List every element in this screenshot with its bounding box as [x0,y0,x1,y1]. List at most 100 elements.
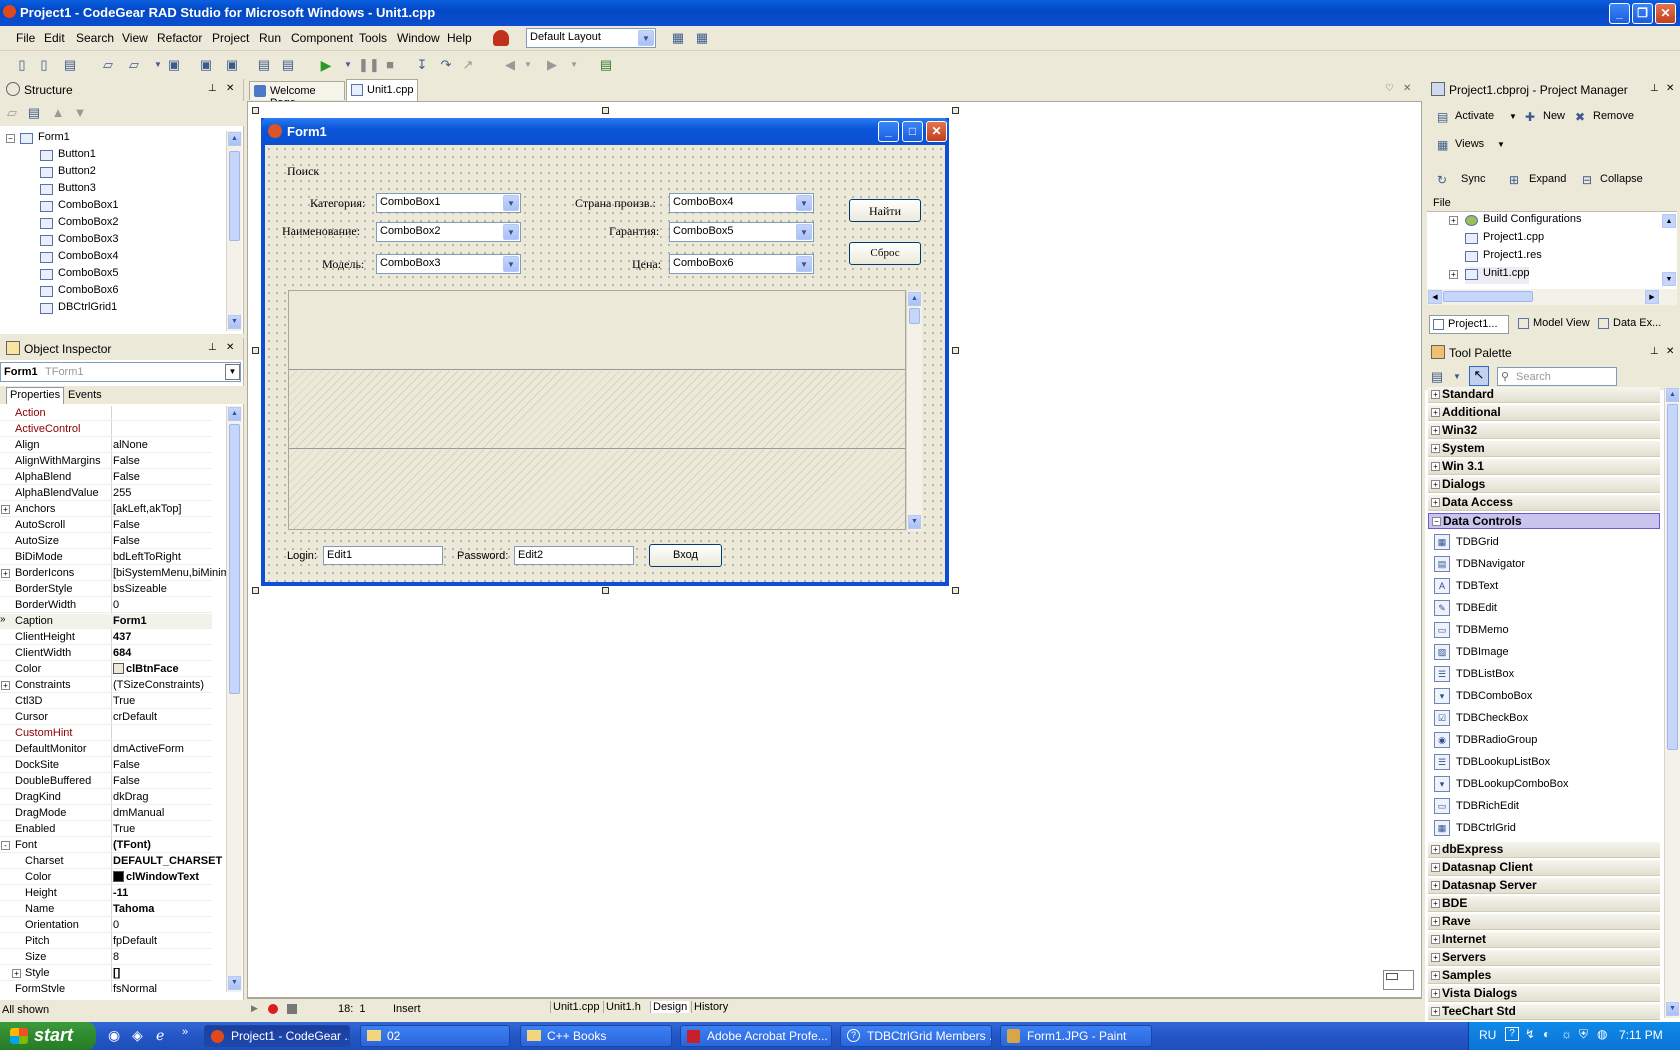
save-all-icon[interactable]: ▣ [198,57,214,73]
price-combo[interactable]: ComboBox6 ▼ [669,254,814,274]
property-row[interactable]: Ctl3D True [0,694,212,709]
palette-category[interactable]: + Internet [1428,932,1660,948]
help-icon[interactable]: ? [1505,1027,1519,1041]
scroll-down-icon[interactable]: ▼ [1662,272,1676,286]
tree-item-form1[interactable]: Form1 [20,131,70,148]
palette-category[interactable]: + Win32 [1428,423,1660,439]
country-combo[interactable]: ComboBox4 ▼ [669,193,814,213]
palette-item[interactable]: ☰ TDBLookupListBox [1434,752,1550,773]
chevron-down-icon[interactable]: ▼ [566,57,582,73]
property-row[interactable]: Color clWindowText [0,870,212,885]
quicklaunch-expand-icon[interactable]: » [182,1026,188,1038]
scroll-left-icon[interactable]: ◀ [1428,290,1442,304]
property-value[interactable]: True [113,823,135,835]
tree-item[interactable]: ComboBox3 [40,233,119,250]
property-row[interactable]: + Style [] [0,966,212,981]
property-value[interactable]: False [113,519,140,531]
scroll-up-icon[interactable]: ▲ [1666,388,1679,402]
reset-button[interactable]: Сброс [849,242,921,265]
scroll-right-icon[interactable]: ▶ [1645,290,1659,304]
property-value[interactable]: False [113,535,140,547]
property-row[interactable]: Orientation 0 [0,918,212,933]
selection-handle[interactable] [252,587,259,594]
new-items-icon[interactable]: ▯ [36,57,52,73]
property-row[interactable]: Size 8 [0,950,212,965]
property-value[interactable]: (TSizeConstraints) [113,679,204,691]
palette-category[interactable]: + Rave [1428,914,1660,930]
form-close-button[interactable]: ✕ [926,121,947,142]
sync-button[interactable]: ↻ Sync [1435,173,1485,187]
palette-item[interactable]: ▾ TDBLookupComboBox [1434,774,1569,795]
property-value[interactable]: crDefault [113,711,157,723]
property-row[interactable]: AlignWithMargins False [0,454,212,469]
remove-from-project-icon[interactable]: ▤ [280,57,296,73]
tree-view-icon[interactable]: ▤ [26,105,42,121]
property-value[interactable]: [biSystemMenu,biMinim [113,567,226,579]
property-row[interactable]: + Anchors [akLeft,akTop] [0,502,212,517]
forward-icon[interactable]: ▶ [544,57,560,73]
tree-item[interactable]: ComboBox6 [40,284,119,301]
property-row[interactable]: + BorderIcons [biSystemMenu,biMinim [0,566,226,581]
scroll-up-icon[interactable]: ▲ [228,132,241,146]
palette-category[interactable]: + BDE [1428,896,1660,912]
property-row[interactable]: AutoScroll False [0,518,212,533]
close-icon[interactable]: ✕ [226,342,234,353]
selection-handle[interactable] [952,587,959,594]
property-value[interactable]: False [113,759,140,771]
show-desktop-icon[interactable]: ◉ [108,1027,120,1044]
task-help[interactable]: ? TDBCtrlGrid Members ... [840,1025,992,1047]
category-combo[interactable]: ComboBox1 ▼ [376,193,521,213]
tree-build-configurations[interactable]: Build Configurations [1465,213,1581,230]
selection-handle[interactable] [602,107,609,114]
selection-handle[interactable] [252,347,259,354]
categories-icon[interactable]: ▤ [1429,369,1445,385]
scroll-thumb[interactable] [1667,404,1678,750]
tab-model-view[interactable]: Model View [1515,315,1591,334]
property-value[interactable]: dkDrag [113,791,148,803]
record-macro-icon[interactable] [268,1004,278,1014]
menu-run[interactable]: Run [259,31,281,45]
model-combo[interactable]: ComboBox3 ▼ [376,254,521,274]
property-value[interactable]: Form1 [113,615,147,627]
remove-button[interactable]: ✖ Remove [1573,110,1634,124]
warranty-combo[interactable]: ComboBox5 ▼ [669,222,814,242]
start-button[interactable]: start [0,1022,96,1050]
save-icon[interactable]: ▣ [166,57,182,73]
palette-item[interactable]: ✎ TDBEdit [1434,598,1497,619]
pointer-icon[interactable]: ↖ [1469,366,1489,386]
volume-icon[interactable]: ◐ [1543,1027,1550,1041]
property-row[interactable]: DockSite False [0,758,212,773]
property-value[interactable]: 8 [113,951,119,963]
expand-node-icon[interactable]: + [1449,270,1458,279]
collapse-icon[interactable]: − [6,134,15,143]
name-combo[interactable]: ComboBox2 ▼ [376,222,521,242]
menu-component[interactable]: Component [291,31,353,45]
tab-design[interactable]: Design [650,1001,690,1013]
menu-tools[interactable]: Tools [359,31,387,45]
connection-icon[interactable]: ☼ [1561,1027,1572,1041]
property-row[interactable]: ClientWidth 684 [0,646,212,661]
project-hscrollbar[interactable]: ◀ ▶ [1427,289,1677,305]
chevron-down-icon[interactable]: ▼ [1449,369,1465,385]
palette-item[interactable]: A TDBText [1434,576,1498,597]
property-value[interactable]: bsSizeable [113,583,167,595]
explorer-icon[interactable]: ◈ [132,1027,143,1044]
property-value[interactable]: 0 [113,599,119,611]
password-edit[interactable]: Edit2 [514,546,634,565]
structure-scrollbar[interactable]: ▲ ▼ [226,131,242,331]
palette-item[interactable]: ◉ TDBRadioGroup [1434,730,1537,751]
property-value[interactable]: bdLeftToRight [113,551,181,563]
property-row[interactable]: ActiveControl [0,422,212,437]
property-row[interactable]: - Font (TFont) [0,838,212,853]
property-row[interactable]: DefaultMonitor dmActiveForm [0,742,212,757]
property-row[interactable]: Pitch fpDefault [0,934,212,949]
property-row[interactable]: BorderStyle bsSizeable [0,582,212,597]
palette-category[interactable]: + Datasnap Client [1428,860,1660,876]
property-row[interactable]: Enabled True [0,822,212,837]
menu-project[interactable]: Project [212,31,249,45]
property-value[interactable]: [] [113,967,120,979]
close-icon[interactable]: ✕ [226,83,234,94]
tab-bottom-unit1-cpp[interactable]: Unit1.cpp [550,1001,601,1013]
property-value[interactable]: clBtnFace [113,663,179,675]
property-value[interactable]: 255 [113,487,131,499]
